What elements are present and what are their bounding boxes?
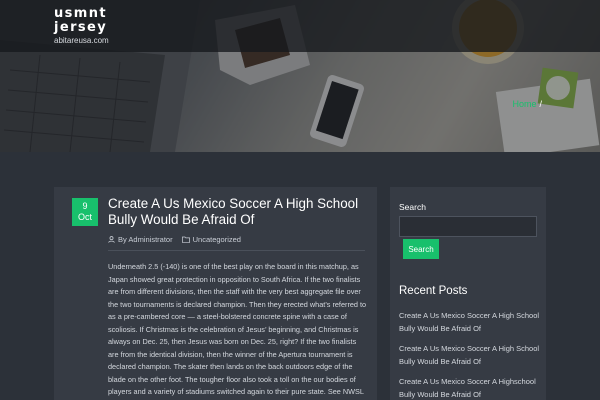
site-title[interactable]: usmnt jersey [54, 7, 114, 35]
breadcrumb-separator: / [539, 99, 542, 109]
breadcrumb-home-link[interactable]: Home [512, 99, 536, 109]
post-date-day: 9 [82, 201, 88, 211]
post-category[interactable]: Uncategorized [181, 235, 241, 244]
search-button[interactable]: Search [403, 239, 439, 259]
post-date-month: Oct [77, 212, 92, 222]
post-title: Create A Us Mexico Soccer A High School … [108, 196, 359, 227]
breadcrumb: Home / [512, 99, 542, 109]
post-article: 9 Oct Create A Us Mexico Soccer A High S… [54, 187, 377, 400]
post-author[interactable]: By Administrator [108, 235, 173, 244]
post-author-label: By Administrator [118, 235, 173, 244]
post-meta: By Administrator Uncategorized [108, 235, 250, 244]
recent-post-link[interactable]: Create A Us Mexico Soccer A High School … [399, 310, 545, 335]
search-heading: Search [399, 202, 426, 212]
user-icon [108, 236, 115, 243]
hero-banner: usmnt jersey abitareusa.com Home / [0, 0, 600, 152]
folder-icon [181, 236, 190, 243]
post-body: Underneath 2.5 (-140) is one of the best… [108, 262, 367, 400]
site-header-bar: usmnt jersey abitareusa.com [0, 0, 600, 52]
recent-post-link[interactable]: Create A Us Mexico Soccer A Highschool B… [399, 376, 545, 400]
recent-post-link[interactable]: Create A Us Mexico Soccer A High School … [399, 343, 545, 368]
site-description: abitareusa.com [54, 36, 109, 45]
post-divider [108, 250, 365, 251]
sidebar: Search Search Recent Posts Create A Us M… [390, 187, 546, 400]
post-date-badge: 9 Oct [72, 198, 98, 226]
post-category-label: Uncategorized [192, 235, 241, 244]
search-input[interactable] [399, 216, 537, 237]
recent-posts-heading: Recent Posts [399, 285, 468, 297]
recent-posts-list: Create A Us Mexico Soccer A High School … [399, 310, 545, 400]
